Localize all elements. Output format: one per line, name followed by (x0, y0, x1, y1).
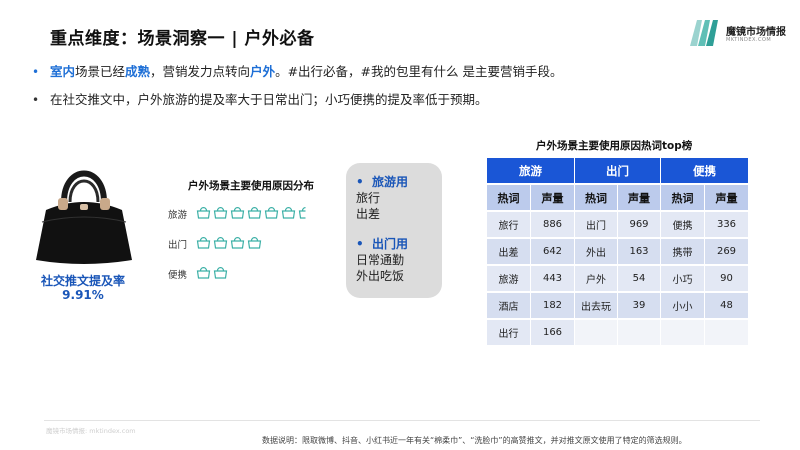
distribution-icons (196, 265, 228, 285)
bullet-1-segment: 场景已经 (75, 64, 126, 79)
table-cell: 443 (531, 266, 575, 292)
callout-head-outing: • 出门用 (356, 237, 409, 251)
distribution-icons (196, 235, 262, 255)
distribution-row-label: 旅游 (168, 210, 188, 221)
table-row: 出行 166 (487, 320, 749, 346)
table-row: 酒店 182 出去玩 39 小小 48 (487, 293, 749, 319)
table-cell: 旅游 (487, 266, 531, 292)
distribution-row-label: 便携 (168, 270, 188, 281)
table-cell-empty (661, 320, 705, 346)
table-cell: 886 (531, 212, 575, 238)
table-row: 旅行 886 出门 969 便携 336 (487, 212, 749, 238)
table-cell: 166 (531, 320, 575, 346)
logo-name: 魔镜市场情报 (726, 27, 786, 38)
bullet-dot: • (32, 65, 40, 79)
bag-pictogram-icon (298, 207, 306, 219)
stat-value: 9.91% (62, 288, 104, 302)
table-cell: 携带 (661, 239, 705, 265)
group-header-cell: 出门 (575, 158, 661, 184)
bag-pictogram-icon (230, 237, 245, 249)
bag-pictogram-icon (196, 237, 211, 249)
table-row: 旅游 443 户外 54 小巧 90 (487, 266, 749, 292)
sub-header-cell: 声量 (705, 185, 749, 211)
table-group-header: 旅游 出门 便携 (487, 158, 749, 184)
sub-header-cell: 声量 (618, 185, 661, 211)
table-row: 出差 642 外出 163 携带 269 (487, 239, 749, 265)
bag-pictogram-icon (247, 207, 262, 219)
sub-header-cell: 热词 (661, 185, 705, 211)
table-cell: 182 (531, 293, 575, 319)
table-cell: 969 (618, 212, 661, 238)
sub-header-cell: 热词 (487, 185, 531, 211)
callout-item: 外出吃饭 (356, 269, 405, 283)
table-cell: 出差 (487, 239, 531, 265)
bag-pictogram-icon (281, 207, 296, 219)
table-sub-header: 热词 声量 热词 声量 热词 声量 (487, 185, 749, 211)
table-title: 户外场景主要使用原因热词top榜 (536, 140, 693, 152)
handbag-icon (36, 170, 132, 264)
page-title: 重点维度：场景洞察一 | 户外必备 (50, 29, 315, 49)
table-cell: 出门 (575, 212, 618, 238)
callout-item: 出差 (356, 207, 381, 221)
source-watermark: 魔镜市场情报: mktindex.com (46, 427, 136, 435)
table-cell: 39 (618, 293, 661, 319)
callout-head-text: 出门用 (372, 237, 409, 251)
bag-pictogram-icon (264, 207, 279, 219)
table-cell-empty (705, 320, 749, 346)
table-cell: 336 (705, 212, 749, 238)
bullet-1-text: 室内场景已经成熟，营销发力点转向户外。#出行必备，#我的包里有什么 是主要营销手… (50, 64, 563, 80)
brand-logo: 魔镜市场情报 MKTINDEX.COM (688, 18, 788, 48)
data-note: 数据说明：限取微博、抖音、小红书近一年有关“棉柔巾”、“洗脸巾”的高赞推文，并对… (262, 436, 687, 445)
table-cell-empty (575, 320, 618, 346)
logo-subtitle: MKTINDEX.COM (726, 37, 772, 43)
table-cell: 小小 (661, 293, 705, 319)
stat-label: 社交推文提及率 (40, 274, 125, 288)
bag-pictogram-icon (196, 207, 211, 219)
group-header-cell: 旅游 (487, 158, 575, 184)
bag-pictogram-icon (247, 237, 262, 249)
bag-pictogram-icon (213, 207, 228, 219)
logo-mark-icon (690, 20, 718, 46)
bullet-1-segment: 。#出行必备，#我的包里有什么 是主要营销手段。 (275, 64, 563, 79)
table-cell: 642 (531, 239, 575, 265)
table-cell: 54 (618, 266, 661, 292)
table-cell: 出行 (487, 320, 531, 346)
table-cell: 便携 (661, 212, 705, 238)
group-header-cell: 便携 (661, 158, 749, 184)
sub-header-cell: 热词 (575, 185, 618, 211)
bullet-1-segment: ，营销发力点转向 (150, 64, 251, 79)
callout-item: 日常通勤 (356, 253, 405, 267)
distribution-icons (196, 205, 313, 225)
table-cell: 269 (705, 239, 749, 265)
bag-pictogram-icon (196, 267, 211, 279)
sub-header-cell: 声量 (531, 185, 575, 211)
table-cell: 小巧 (661, 266, 705, 292)
callout-head-travel: • 旅游用 (356, 175, 409, 189)
callout-item: 旅行 (356, 191, 381, 205)
highlight-mature: 成熟 (125, 64, 151, 79)
bag-pictogram-icon (230, 207, 245, 219)
distribution-title: 户外场景主要使用原因分布 (188, 180, 314, 192)
bag-pictogram-icon (213, 267, 228, 279)
table-cell: 户外 (575, 266, 618, 292)
table-cell: 163 (618, 239, 661, 265)
table-cell: 外出 (575, 239, 618, 265)
table-cell: 旅行 (487, 212, 531, 238)
table-cell: 酒店 (487, 293, 531, 319)
bag-pictogram-icon (213, 237, 228, 249)
footer-divider (44, 420, 760, 421)
bullet-dot: • (32, 93, 40, 107)
highlight-indoor: 室内 (50, 64, 76, 79)
bullet-2-text: 在社交推文中，户外旅游的提及率大于日常出门；小巧便携的提及率低于预期。 (50, 92, 488, 107)
usage-callout: • 旅游用 旅行 出差 • 出门用 日常通勤 外出吃饭 (346, 163, 442, 298)
table-cell: 90 (705, 266, 749, 292)
table-cell: 出去玩 (575, 293, 618, 319)
highlight-outdoor: 户外 (250, 64, 276, 79)
callout-head-text: 旅游用 (372, 175, 409, 189)
table-cell-empty (618, 320, 661, 346)
distribution-row-label: 出门 (168, 240, 188, 251)
table-cell: 48 (705, 293, 749, 319)
